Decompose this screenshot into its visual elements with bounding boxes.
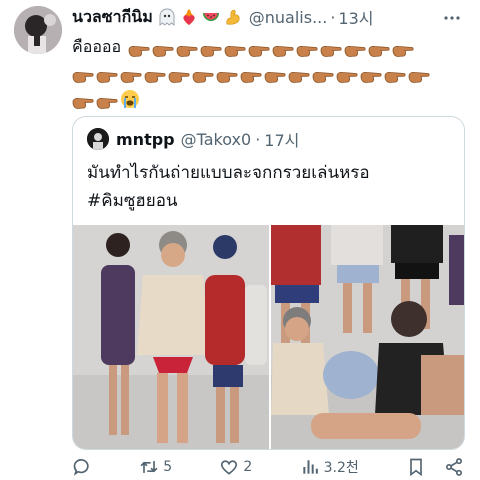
quoted-tweet[interactable]: mntpp @Takox0 · 17시 มันทำไรกันถ่ายแบบละจ… <box>72 116 465 450</box>
point-right-emoji-icon <box>248 40 270 57</box>
point-right-emoji-icon <box>296 40 318 57</box>
point-right-emoji-icon <box>216 66 238 83</box>
point-right-emoji-icon <box>224 40 246 57</box>
point-right-emoji-icon <box>384 66 406 83</box>
secondary-actions <box>406 457 464 477</box>
heart-on-fire-emoji-icon <box>179 7 199 27</box>
point-right-emoji-icon <box>272 40 294 57</box>
point-right-emoji-icon <box>360 66 382 83</box>
point-right-emoji-icon <box>72 92 94 109</box>
ghost-emoji-icon <box>157 7 177 27</box>
point-right-emoji-icon <box>200 40 222 57</box>
share-icon[interactable] <box>444 457 464 477</box>
point-right-emoji-icon <box>240 66 262 83</box>
retweet-button[interactable]: 5 <box>139 457 172 477</box>
quote-time: 17시 <box>264 131 300 150</box>
point-right-emoji-icon <box>120 66 142 83</box>
bookmark-icon[interactable] <box>406 457 426 477</box>
point-right-emoji-icon <box>392 40 414 57</box>
tweet-text: คืออออ <box>72 34 466 112</box>
watermelon-emoji-icon <box>201 7 221 27</box>
quote-display-name: mntpp <box>116 129 175 149</box>
point-right-emoji-icon <box>72 66 94 83</box>
loudly-crying-emoji-icon <box>120 89 140 109</box>
point-right-emoji-icon <box>176 40 198 57</box>
tweet-header: นวลซากีนิม @nualis... · 13시 <box>72 4 470 30</box>
pointing-emoji-row-2 <box>72 60 466 86</box>
point-right-emoji-icon <box>152 40 174 57</box>
tweet-time[interactable]: 13시 <box>338 5 373 29</box>
point-right-emoji-icon <box>336 66 358 83</box>
tweet-action-bar: 5 2 3.2천 <box>72 454 464 480</box>
heart-icon <box>221 460 238 475</box>
time-separator: · <box>330 7 336 27</box>
point-right-emoji-icon <box>288 66 310 83</box>
tweet-text-row-1: คืออออ <box>72 34 466 60</box>
media-photo-2[interactable] <box>270 225 464 449</box>
views-button[interactable]: 3.2천 <box>300 457 359 477</box>
retweet-icon <box>140 461 158 473</box>
more-icon[interactable] <box>442 10 462 24</box>
point-right-emoji-icon <box>344 40 366 57</box>
point-right-emoji-icon <box>264 66 286 83</box>
point-right-emoji-icon <box>168 66 190 83</box>
quote-handle: @Takox0 <box>180 129 252 149</box>
quote-header: mntpp @Takox0 · 17시 <box>87 127 299 151</box>
point-right-emoji-icon <box>96 92 118 109</box>
name-emojis <box>157 7 243 27</box>
retweet-count: 5 <box>163 459 173 475</box>
point-right-emoji-icon <box>96 66 118 83</box>
media-photo-1[interactable] <box>73 225 269 449</box>
quote-hashtag[interactable]: #คิมซูฮยอน <box>87 187 452 215</box>
point-right-emoji-icon <box>408 66 430 83</box>
point-right-emoji-icon <box>192 66 214 83</box>
point-right-emoji-icon <box>312 66 334 83</box>
quote-time-separator: · <box>255 129 261 149</box>
quote-text: มันทำไรกันถ่ายแบบละจกกรวยเล่นหรอ #คิมซูฮ… <box>87 159 452 215</box>
point-right-emoji-icon <box>320 40 342 57</box>
quote-avatar <box>87 128 109 150</box>
views-icon <box>302 460 318 474</box>
point-right-emoji-icon <box>368 40 390 57</box>
views-count: 3.2천 <box>323 460 359 476</box>
like-button[interactable]: 2 <box>219 457 252 477</box>
like-count: 2 <box>243 459 253 475</box>
pointing-emoji-group <box>128 40 414 57</box>
tweet-text-content: คืออออ <box>72 37 122 56</box>
point-right-emoji-icon <box>128 40 150 57</box>
flexed-bicep-emoji-icon <box>223 7 243 27</box>
quote-media[interactable] <box>73 225 464 449</box>
reply-icon <box>73 459 89 476</box>
reply-button[interactable] <box>72 457 92 477</box>
user-handle[interactable]: @nualis... <box>249 8 328 27</box>
pointing-emoji-row-3 <box>72 86 466 112</box>
point-right-emoji-icon <box>144 66 166 83</box>
avatar[interactable] <box>14 6 62 54</box>
display-name[interactable]: นวลซากีนิม <box>72 5 153 30</box>
quote-text-body: มันทำไรกันถ่ายแบบละจกกรวยเล่นหรอ <box>87 163 370 183</box>
